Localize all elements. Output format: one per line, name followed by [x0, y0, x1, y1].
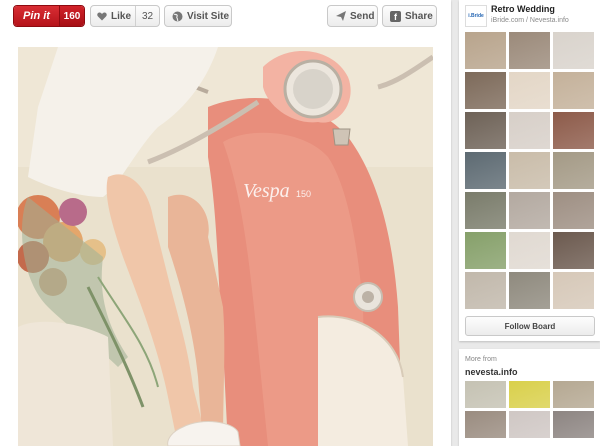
follow-board-button[interactable]: Follow Board [465, 316, 595, 336]
pin-card: Pin it 160 Like 32 Visit Site Send f Sha… [0, 0, 451, 446]
board-thumbnail[interactable] [553, 381, 594, 408]
board-thumbnail[interactable] [553, 232, 594, 269]
board-thumbnail[interactable] [465, 152, 506, 189]
like-label: Like [111, 10, 132, 22]
paper-plane-icon [336, 11, 346, 21]
board-thumbnail[interactable] [465, 192, 506, 229]
board-thumbnail[interactable] [465, 72, 506, 109]
more-from-panel: More from nevesta.info [459, 349, 600, 446]
like-button[interactable]: Like 32 [90, 5, 160, 27]
visit-site-button[interactable]: Visit Site [164, 5, 232, 27]
svg-text:150: 150 [296, 189, 311, 199]
board-thumbnail[interactable] [553, 72, 594, 109]
board-thumbnail[interactable] [465, 381, 506, 408]
share-label: Share [405, 10, 433, 22]
board-thumbnail[interactable] [465, 32, 506, 69]
heart-icon [97, 12, 107, 21]
send-button[interactable]: Send [327, 5, 378, 27]
board-thumbnail[interactable] [509, 32, 550, 69]
globe-icon [172, 11, 183, 22]
board-thumbnail[interactable] [465, 112, 506, 149]
board-source: iBride.com / Nevesta.info [491, 17, 569, 24]
more-from-source[interactable]: nevesta.info [465, 367, 518, 377]
board-logo[interactable]: i.Bride [465, 5, 487, 27]
board-thumbnail[interactable] [509, 112, 550, 149]
share-button[interactable]: f Share [382, 5, 437, 27]
more-from-label: More from [465, 356, 497, 363]
board-thumbnail[interactable] [465, 411, 506, 438]
like-count: 32 [141, 10, 154, 22]
board-thumbnail[interactable] [553, 32, 594, 69]
facebook-icon: f [390, 10, 401, 22]
send-label: Send [350, 10, 375, 22]
visit-site-label: Visit Site [187, 10, 230, 22]
board-panel: i.Bride Retro Wedding iBride.com / Neves… [459, 0, 600, 341]
board-thumbnail[interactable] [553, 411, 594, 438]
pin-it-button[interactable]: Pin it 160 [13, 5, 85, 27]
board-thumbnail[interactable] [509, 411, 550, 438]
pin-count: 160 [60, 6, 84, 26]
board-thumbnail[interactable] [553, 272, 594, 309]
scooter-bride-photo: Vespa 150 [18, 47, 433, 446]
pin-image[interactable]: Vespa 150 [18, 47, 433, 446]
board-thumbnail[interactable] [509, 152, 550, 189]
board-thumbnail[interactable] [465, 272, 506, 309]
board-thumbnail[interactable] [509, 192, 550, 229]
board-thumbnail[interactable] [509, 72, 550, 109]
board-thumbnail[interactable] [509, 232, 550, 269]
board-thumbnail[interactable] [553, 152, 594, 189]
board-thumbnail[interactable] [553, 192, 594, 229]
board-thumbnail[interactable] [509, 272, 550, 309]
board-thumbnail[interactable] [553, 112, 594, 149]
svg-text:Vespa: Vespa [243, 180, 290, 202]
pin-toolbar: Pin it 160 Like 32 Visit Site Send f Sha… [0, 0, 451, 34]
board-thumbnail[interactable] [509, 381, 550, 408]
board-title[interactable]: Retro Wedding [491, 4, 555, 14]
board-thumbnail[interactable] [465, 232, 506, 269]
pin-it-label: Pin it [14, 6, 60, 26]
